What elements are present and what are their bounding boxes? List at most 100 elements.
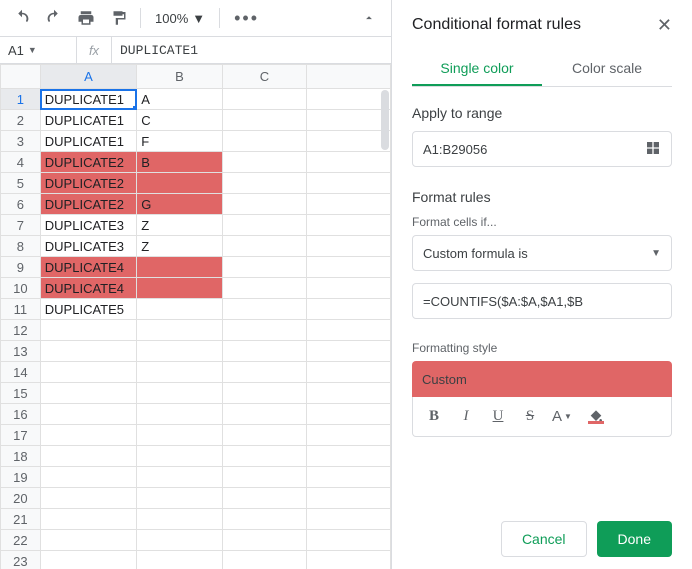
cell[interactable] [222,131,306,152]
underline-button[interactable]: U [483,402,513,432]
cell[interactable] [222,509,306,530]
cell[interactable] [222,530,306,551]
name-box[interactable]: A1▼ [0,43,76,58]
cell[interactable] [307,551,391,569]
cell[interactable] [222,446,306,467]
cell[interactable] [40,530,136,551]
cell[interactable] [40,488,136,509]
cell[interactable]: DUPLICATE4 [40,278,136,299]
print-button[interactable] [72,4,100,32]
cell[interactable]: DUPLICATE2 [40,173,136,194]
cell[interactable] [222,257,306,278]
collapse-toolbar-button[interactable] [355,4,383,32]
cell[interactable] [222,467,306,488]
cell[interactable] [137,257,222,278]
cell[interactable]: DUPLICATE3 [40,215,136,236]
row-header-19[interactable]: 19 [1,467,41,488]
row-header-20[interactable]: 20 [1,488,41,509]
cell[interactable] [307,488,391,509]
cell[interactable] [137,530,222,551]
done-button[interactable]: Done [597,521,672,557]
row-header-3[interactable]: 3 [1,131,41,152]
cell[interactable] [40,551,136,569]
cell[interactable]: DUPLICATE2 [40,194,136,215]
cell[interactable] [40,341,136,362]
row-header-7[interactable]: 7 [1,215,41,236]
select-range-icon[interactable] [645,140,661,159]
row-header-9[interactable]: 9 [1,257,41,278]
cell[interactable]: DUPLICATE1 [40,131,136,152]
cell[interactable] [222,110,306,131]
cell[interactable] [307,89,391,110]
cell[interactable] [137,173,222,194]
cell[interactable] [137,278,222,299]
row-header-5[interactable]: 5 [1,173,41,194]
column-header-C[interactable]: C [222,65,306,89]
vertical-scrollbar[interactable] [381,90,389,150]
cell[interactable] [40,320,136,341]
formula-field[interactable]: =COUNTIFS($A:$A,$A1,$B [412,283,672,319]
italic-button[interactable]: I [451,402,481,432]
cell[interactable] [40,467,136,488]
cell[interactable] [307,152,391,173]
cell[interactable] [222,89,306,110]
range-input[interactable]: A1:B29056 [412,131,672,167]
cell[interactable] [40,509,136,530]
cell[interactable] [222,173,306,194]
cell[interactable] [222,299,306,320]
row-header-23[interactable]: 23 [1,551,41,569]
row-header-6[interactable]: 6 [1,194,41,215]
cell[interactable] [40,404,136,425]
column-header[interactable] [307,65,391,89]
redo-button[interactable] [40,4,68,32]
grid[interactable]: ABC 1DUPLICATE1A2DUPLICATE1C3DUPLICATE1F… [0,64,391,569]
cell[interactable]: DUPLICATE5 [40,299,136,320]
cell[interactable] [307,194,391,215]
row-header-1[interactable]: 1 [1,89,41,110]
row-header-10[interactable]: 10 [1,278,41,299]
cell[interactable] [137,467,222,488]
cell[interactable] [137,341,222,362]
cell[interactable] [307,467,391,488]
cell[interactable] [307,236,391,257]
column-header-B[interactable]: B [137,65,222,89]
zoom-select[interactable]: 100%▼ [149,11,211,26]
cell[interactable] [137,299,222,320]
row-header-13[interactable]: 13 [1,341,41,362]
cell[interactable]: DUPLICATE3 [40,236,136,257]
text-color-button[interactable]: A▼ [547,402,577,432]
row-header-4[interactable]: 4 [1,152,41,173]
row-header-17[interactable]: 17 [1,425,41,446]
formula-input[interactable]: DUPLICATE1 [112,43,206,58]
row-header-8[interactable]: 8 [1,236,41,257]
cell[interactable] [307,110,391,131]
cell[interactable] [307,215,391,236]
cell[interactable] [137,383,222,404]
paint-format-button[interactable] [104,4,132,32]
row-header-15[interactable]: 15 [1,383,41,404]
strike-button[interactable]: S [515,402,545,432]
row-header-2[interactable]: 2 [1,110,41,131]
cell[interactable] [40,362,136,383]
cell[interactable] [137,488,222,509]
undo-button[interactable] [8,4,36,32]
row-header-11[interactable]: 11 [1,299,41,320]
row-header-21[interactable]: 21 [1,509,41,530]
cell[interactable]: DUPLICATE2 [40,152,136,173]
cell[interactable] [222,236,306,257]
cell[interactable] [307,425,391,446]
cell[interactable] [222,404,306,425]
cell[interactable]: Z [137,236,222,257]
cell[interactable] [222,488,306,509]
cell[interactable] [222,278,306,299]
cell[interactable] [137,551,222,569]
column-header-A[interactable]: A [40,65,136,89]
cell[interactable] [307,278,391,299]
cell[interactable] [222,362,306,383]
cell[interactable] [307,299,391,320]
cell[interactable] [222,551,306,569]
cell[interactable] [307,446,391,467]
cell[interactable] [222,215,306,236]
cell[interactable] [222,425,306,446]
row-header-14[interactable]: 14 [1,362,41,383]
